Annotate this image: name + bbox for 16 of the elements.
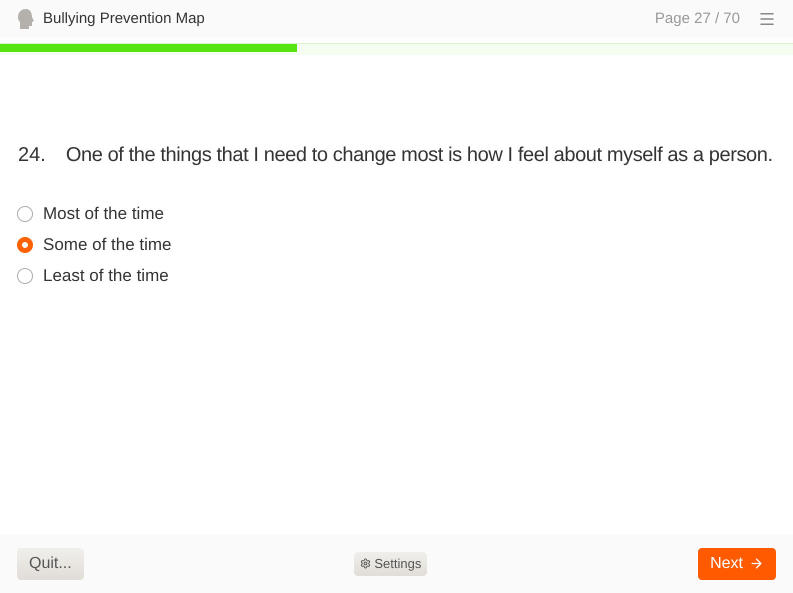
page-counter: Page 27 / 70 [654, 8, 740, 29]
radio-button[interactable] [17, 236, 33, 252]
quit-button[interactable]: Quit... [17, 548, 84, 580]
answer-option[interactable]: Some of the time [17, 233, 776, 256]
gear-icon [360, 558, 372, 569]
radio-button[interactable] [17, 268, 33, 284]
head-silhouette-icon [17, 8, 35, 30]
arrow-right-icon [748, 556, 764, 571]
answer-option[interactable]: Least of the time [17, 264, 776, 287]
settings-button[interactable]: Settings [354, 552, 428, 576]
answer-option[interactable]: Most of the time [17, 202, 776, 225]
radio-button[interactable] [17, 206, 33, 222]
menu-icon[interactable] [758, 10, 776, 28]
app-title: Bullying Prevention Map [43, 8, 205, 29]
question-number: 24. [18, 143, 46, 168]
question-text: One of the things that I need to change most is how I feel about myself as a person. [66, 143, 773, 168]
